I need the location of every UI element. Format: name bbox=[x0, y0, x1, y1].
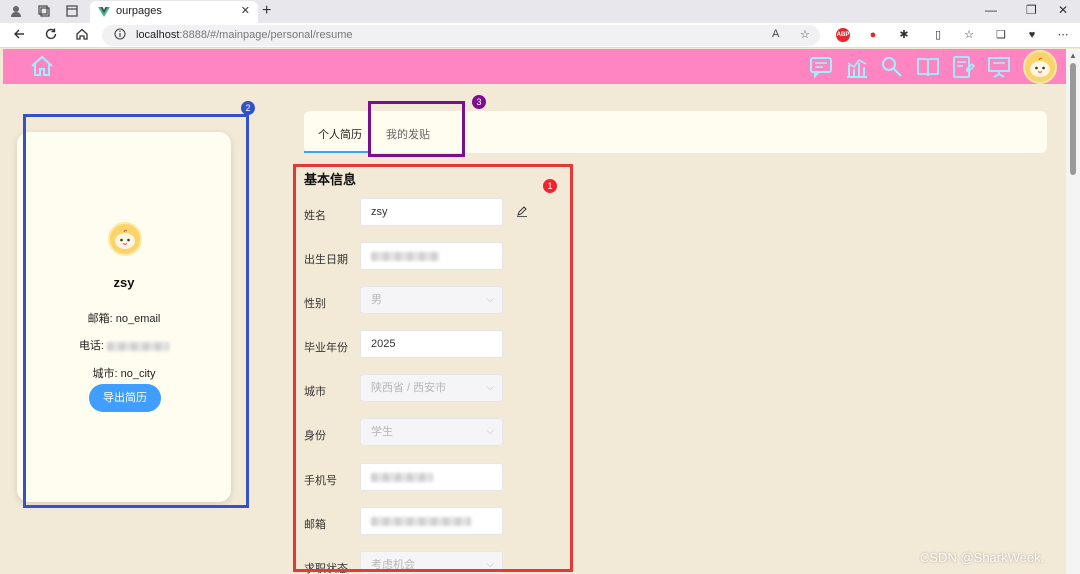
scroll-up-icon[interactable]: ▲ bbox=[1069, 51, 1077, 60]
address-bar: localhost:8888/#/mainpage/personal/resum… bbox=[0, 23, 1080, 48]
watermark: CSDN @SharkWeek. bbox=[920, 550, 1045, 565]
extensions-icon[interactable]: ✱ bbox=[897, 28, 911, 42]
copilot-icon[interactable]: ♥ bbox=[1025, 28, 1039, 42]
tab-title: ourpages bbox=[116, 5, 162, 17]
tab-resume[interactable]: 个人简历 bbox=[318, 126, 362, 142]
collections-icon[interactable]: ❏ bbox=[994, 28, 1008, 42]
more-options-icon[interactable]: ⋯ bbox=[1056, 28, 1070, 42]
home-icon[interactable] bbox=[29, 54, 55, 78]
minimize-icon[interactable]: — bbox=[985, 3, 997, 17]
url-text: localhost:8888/#/mainpage/personal/resum… bbox=[136, 29, 352, 41]
close-window-icon[interactable]: ✕ bbox=[1058, 3, 1068, 17]
url-path: :8888/#/mainpage/personal/resume bbox=[179, 29, 353, 41]
url-field[interactable]: localhost:8888/#/mainpage/personal/resum… bbox=[102, 25, 820, 46]
chart-icon[interactable] bbox=[845, 55, 869, 79]
vue-logo-icon bbox=[98, 7, 110, 17]
book-icon[interactable] bbox=[916, 55, 940, 79]
back-icon[interactable] bbox=[12, 27, 26, 44]
search-job-icon[interactable] bbox=[880, 55, 904, 79]
home-browser-icon[interactable] bbox=[75, 27, 89, 44]
maximize-icon[interactable]: ❐ bbox=[1026, 3, 1037, 17]
new-tab-button[interactable]: + bbox=[262, 2, 271, 20]
profile-highlight-frame bbox=[23, 114, 249, 508]
split-screen-icon[interactable]: ▯ bbox=[931, 28, 945, 42]
favorite-star-icon[interactable]: ☆ bbox=[800, 28, 810, 41]
app-header bbox=[3, 49, 1066, 84]
refresh-icon[interactable] bbox=[44, 27, 58, 44]
extension-red-icon[interactable]: ● bbox=[866, 28, 880, 42]
annotation-badge-3: 3 bbox=[472, 95, 486, 109]
document-edit-icon[interactable] bbox=[951, 55, 975, 79]
annotation-badge-1: 1 bbox=[543, 179, 557, 193]
url-host: localhost bbox=[136, 29, 180, 41]
browser-tab-bar: ourpages ✕ + — ❐ ✕ bbox=[0, 0, 1080, 23]
tab-highlight-frame bbox=[368, 101, 465, 157]
form-highlight-frame bbox=[293, 164, 573, 572]
presentation-icon[interactable] bbox=[987, 55, 1011, 79]
tab-active-indicator bbox=[304, 151, 368, 153]
user-avatar[interactable] bbox=[1023, 50, 1057, 84]
avatar-face-icon bbox=[1030, 57, 1050, 77]
profile-icon[interactable] bbox=[9, 4, 23, 18]
tab-actions-icon[interactable] bbox=[65, 4, 79, 18]
favorites-icon[interactable]: ☆ bbox=[962, 28, 976, 42]
annotation-badge-2: 2 bbox=[241, 101, 255, 115]
browser-tab[interactable]: ourpages ✕ bbox=[90, 1, 258, 23]
tab-close-button[interactable]: ✕ bbox=[241, 4, 250, 17]
message-icon[interactable] bbox=[809, 55, 833, 79]
site-info-icon[interactable] bbox=[114, 28, 126, 43]
scroll-thumb[interactable] bbox=[1070, 63, 1076, 175]
page-scrollbar[interactable]: ▲ bbox=[1066, 49, 1080, 574]
workspaces-icon[interactable] bbox=[37, 4, 51, 18]
read-aloud-icon[interactable]: A bbox=[772, 28, 779, 40]
adblock-icon[interactable]: ABP bbox=[836, 28, 850, 42]
